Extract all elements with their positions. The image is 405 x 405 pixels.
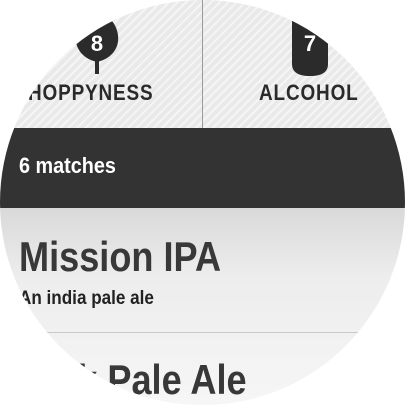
- alcohol-label[interactable]: ALCOHOL: [259, 80, 359, 106]
- matches-bar: 6 matches: [0, 128, 405, 208]
- hoppyness-label[interactable]: HOPPYNESS: [28, 80, 154, 106]
- stats-header: 8 HOPPYNESS 7 ALCOHOL: [0, 0, 405, 128]
- beer-name: Park Pale Ale: [19, 356, 247, 403]
- beer-name: Mission IPA: [19, 233, 222, 280]
- bottle-icon[interactable]: 7: [288, 0, 332, 78]
- list-item[interactable]: Mission IPA An india pale ale: [0, 208, 405, 332]
- app-viewport: 8 HOPPYNESS 7 ALCOHOL 6 matches Mission …: [0, 0, 405, 405]
- results-list: Mission IPA An india pale ale Park Pale …: [0, 208, 405, 405]
- beer-description: An india pale ale: [19, 288, 154, 309]
- list-item[interactable]: Park Pale Ale: [0, 332, 405, 405]
- alcohol-value: 7: [303, 31, 317, 56]
- matches-count: 6 matches: [19, 153, 116, 178]
- stats-divider: [202, 0, 203, 128]
- hop-icon[interactable]: 8: [71, 0, 123, 80]
- hoppyness-value: 8: [90, 31, 104, 56]
